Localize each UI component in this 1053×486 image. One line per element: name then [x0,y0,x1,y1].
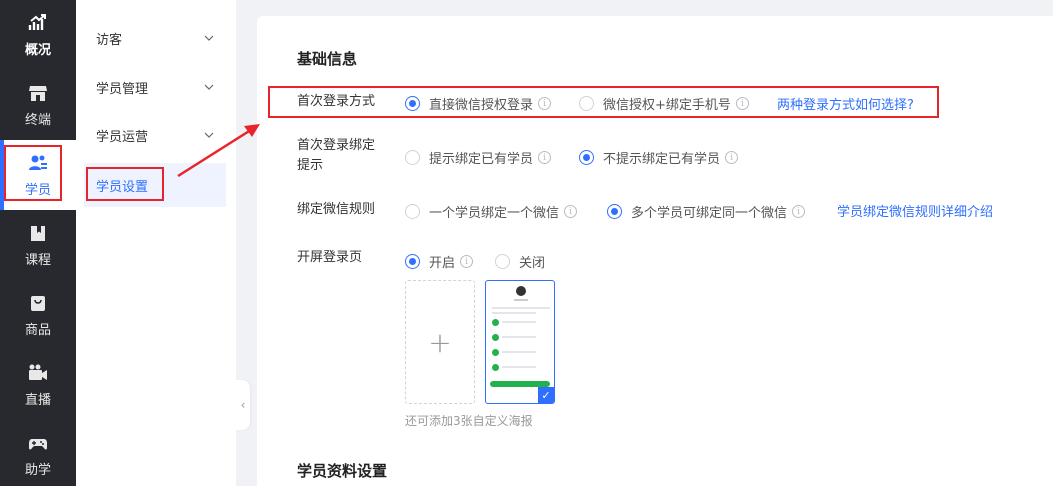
splash-option-on[interactable]: 开启 i [405,252,474,271]
section-title-basic: 基础信息 [297,50,358,68]
video-camera-icon [28,363,48,383]
plus-icon: + [428,325,452,359]
bind-prompt-label-line2: 提示 [297,158,324,173]
radio-unchecked[interactable] [405,204,420,219]
submenu-label: 学员运营 [96,129,149,145]
nav-item-overview[interactable]: 概况 [0,0,76,70]
option-text: 多个学员可绑定同一个微信 [631,206,788,221]
splash-option-off[interactable]: 关闭 [495,252,545,271]
option-text: 开启 [429,256,456,271]
chevron-left-icon: ‹ [240,398,246,412]
option-text: 关闭 [519,256,546,271]
radio-unchecked[interactable] [495,254,510,269]
info-icon[interactable]: i [460,255,474,268]
info-icon[interactable]: i [792,205,806,218]
poster-thumbnail-selected[interactable]: ✓ [485,280,555,404]
chevron-down-icon [204,35,214,41]
radio-checked[interactable] [405,254,420,269]
gamepad-icon [28,433,48,453]
poster-hint: 还可添加3张自定义海报 [405,414,533,428]
nav-label: 商品 [24,322,51,338]
bind-prompt-option-show[interactable]: 提示绑定已有学员 i [405,148,552,167]
chart-trend-icon [28,13,48,33]
nav-label: 概况 [24,42,51,58]
sub-menu: 访客 学员管理 学员运营 学员设置 [76,0,236,486]
option-text: 提示绑定已有学员 [429,152,534,167]
wechat-rule-option-multiple[interactable]: 多个学员可绑定同一个微信 i [607,202,806,221]
wechat-rule-option-single[interactable]: 一个学员绑定一个微信 i [405,202,578,221]
nav-item-live[interactable]: 直播 [0,350,76,420]
option-text: 不提示绑定已有学员 [603,152,721,167]
nav-item-terminal[interactable]: 终端 [0,70,76,140]
info-icon[interactable]: i [538,151,552,164]
section-title-profile: 学员资料设置 [297,462,388,480]
store-icon [28,83,48,103]
submenu-label: 学员管理 [96,81,149,97]
annotation-box-first-login [268,86,939,118]
annotation-box-students-nav [4,145,62,201]
radio-unchecked[interactable] [405,150,420,165]
bag-icon [28,293,48,313]
main-nav: 概况 终端 学员 课程 商品 直播 助学 [0,0,76,486]
wechat-rule-label: 绑定微信规则 [297,202,376,217]
bind-prompt-option-hide[interactable]: 不提示绑定已有学员 i [579,148,739,167]
submenu-label: 访客 [96,32,123,48]
nav-label: 助学 [24,462,51,478]
nav-label: 课程 [24,252,51,268]
info-icon[interactable]: i [564,205,578,218]
nav-item-courses[interactable]: 课程 [0,210,76,280]
submenu-item-student-management[interactable]: 学员管理 [84,65,226,109]
add-poster-button[interactable]: + [405,280,475,404]
chevron-down-icon [204,84,214,90]
annotation-arrow-icon [177,124,260,178]
annotation-box-student-settings [86,167,164,201]
info-icon[interactable]: i [725,151,739,164]
wechat-rule-help-link[interactable]: 学员绑定微信规则详细介绍 [837,201,993,220]
collapse-sidebar-button[interactable]: ‹ [236,380,250,430]
option-text: 一个学员绑定一个微信 [429,206,560,221]
book-icon [28,223,48,243]
check-icon: ✓ [538,387,554,403]
nav-item-products[interactable]: 商品 [0,280,76,350]
nav-label: 终端 [24,112,51,128]
radio-checked[interactable] [607,204,622,219]
submenu-item-visitors[interactable]: 访客 [84,16,226,60]
nav-label: 直播 [24,392,51,408]
radio-checked[interactable] [579,150,594,165]
splash-label: 开屏登录页 [297,250,363,265]
bind-prompt-label-line1: 首次登录绑定 [297,138,376,153]
bind-prompt-label: 首次登录绑定 提示 [297,136,375,176]
nav-item-study-aid[interactable]: 助学 [0,420,76,486]
